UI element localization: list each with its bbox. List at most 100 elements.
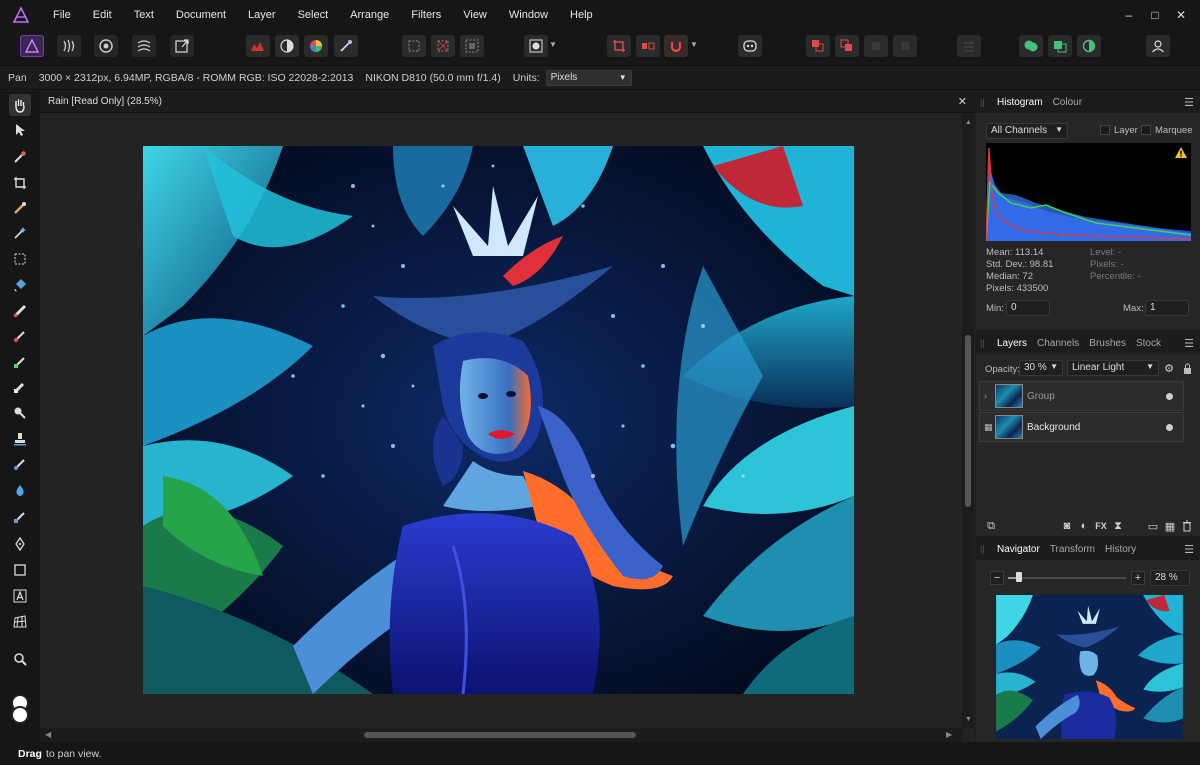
gradient-tool-button[interactable]	[9, 300, 31, 322]
dodge-tool-button[interactable]	[9, 402, 31, 424]
paint-brush-tool-button[interactable]	[9, 325, 31, 347]
zoom-slider-thumb[interactable]	[1016, 572, 1022, 582]
menu-filters[interactable]: Filters	[400, 0, 452, 30]
scroll-left-icon[interactable]: ◀	[45, 730, 51, 739]
menu-edit[interactable]: Edit	[82, 0, 123, 30]
artistic-text-tool-button[interactable]	[9, 585, 31, 607]
background-colour-swatch[interactable]	[11, 706, 29, 724]
erase-tool-button[interactable]	[9, 376, 31, 398]
scroll-up-icon[interactable]: ▲	[965, 119, 972, 126]
quick-mask-dropdown-icon[interactable]: ▼	[549, 40, 557, 49]
tab-history[interactable]: History	[1100, 544, 1141, 555]
export-persona-button[interactable]	[170, 35, 194, 57]
navigator-preview[interactable]	[996, 595, 1183, 739]
deselect-button[interactable]	[431, 35, 455, 57]
document-tab[interactable]: Rain [Read Only] (28.5%) ✕	[40, 91, 975, 113]
tab-transform[interactable]: Transform	[1045, 544, 1100, 555]
auto-contrast-button[interactable]	[275, 35, 299, 57]
close-document-icon[interactable]: ✕	[958, 95, 967, 108]
move-forward-one-button[interactable]	[864, 35, 888, 57]
auto-white-balance-button[interactable]	[334, 35, 358, 57]
menu-layer[interactable]: Layer	[237, 0, 287, 30]
vertical-scrollbar[interactable]: ▲ ▼	[962, 113, 974, 728]
menu-document[interactable]: Document	[165, 0, 237, 30]
maximize-button[interactable]: □	[1142, 8, 1168, 22]
move-tool-button[interactable]	[9, 119, 31, 141]
photo-persona-button[interactable]	[20, 35, 44, 57]
lock-icon[interactable]	[1180, 361, 1194, 375]
add-group-folder-icon[interactable]: ▭	[1146, 519, 1160, 533]
marquee-checkbox[interactable]	[1141, 125, 1151, 135]
move-back-one-button[interactable]	[835, 35, 859, 57]
units-dropdown[interactable]: Pixels ▼	[545, 69, 632, 86]
select-all-button[interactable]	[402, 35, 426, 57]
assistant-button[interactable]	[738, 35, 762, 57]
panel-menu-icon[interactable]: ☰	[1184, 543, 1194, 556]
blur-brush-tool-button[interactable]	[9, 480, 31, 502]
add-shape-button[interactable]	[1019, 35, 1043, 57]
colour-picker-tool-button[interactable]	[9, 146, 31, 168]
sponge-tool-button[interactable]	[9, 506, 31, 528]
panel-grip-icon[interactable]: ||	[980, 338, 988, 348]
rectangle-tool-button[interactable]	[9, 559, 31, 581]
scroll-down-icon[interactable]: ▼	[965, 716, 972, 723]
adjustment-layer-icon[interactable]: ◐	[1077, 519, 1091, 533]
chevron-right-icon[interactable]: ›	[984, 391, 987, 401]
quick-mask-button[interactable]	[524, 35, 548, 57]
horizontal-scrollbar[interactable]: ◀ ▶	[40, 728, 962, 742]
scroll-right-icon[interactable]: ▶	[946, 730, 952, 739]
menu-text[interactable]: Text	[123, 0, 165, 30]
menu-view[interactable]: View	[452, 0, 498, 30]
vertical-scroll-thumb[interactable]	[965, 335, 971, 507]
horizontal-scroll-thumb[interactable]	[364, 732, 636, 738]
zoom-in-button[interactable]: +	[1131, 571, 1145, 585]
pixel-tool-button[interactable]	[9, 351, 31, 373]
warning-icon[interactable]	[1175, 147, 1187, 161]
tone-mapping-persona-button[interactable]	[132, 35, 156, 57]
menu-window[interactable]: Window	[498, 0, 559, 30]
levels-button[interactable]	[246, 35, 270, 57]
panel-grip-icon[interactable]: ||	[980, 544, 988, 554]
fx-icon[interactable]: FX	[1094, 519, 1108, 533]
clone-brush-tool-button[interactable]	[9, 428, 31, 450]
subtract-shape-button[interactable]	[1048, 35, 1072, 57]
tab-histogram[interactable]: Histogram	[992, 97, 1048, 108]
tab-colour[interactable]: Colour	[1048, 97, 1087, 108]
document-photo[interactable]	[143, 146, 854, 694]
account-button[interactable]	[1146, 35, 1170, 57]
flood-select-tool-button[interactable]	[9, 222, 31, 244]
auto-colour-button[interactable]	[304, 35, 328, 57]
visibility-toggle[interactable]	[1166, 424, 1173, 431]
zoom-slider-track[interactable]	[1008, 577, 1126, 579]
healing-brush-tool-button[interactable]	[9, 453, 31, 475]
layer-row-group[interactable]: › Group	[979, 381, 1184, 411]
develop-persona-button[interactable]	[94, 35, 118, 57]
snapping-dropdown-icon[interactable]: ▼	[690, 40, 698, 49]
visibility-toggle[interactable]	[1166, 393, 1173, 400]
align-button[interactable]	[957, 35, 981, 57]
move-to-back-button[interactable]	[806, 35, 830, 57]
tab-brushes[interactable]: Brushes	[1084, 338, 1131, 349]
panel-menu-icon[interactable]: ☰	[1184, 337, 1194, 350]
menu-arrange[interactable]: Arrange	[339, 0, 400, 30]
panel-grip-icon[interactable]: ||	[980, 97, 988, 107]
view-tool-button[interactable]	[9, 94, 31, 116]
liquify-persona-button[interactable]	[57, 35, 81, 57]
blend-mode-dropdown[interactable]: Linear Light ▼	[1067, 360, 1159, 376]
menu-select[interactable]: Select	[287, 0, 340, 30]
close-window-button[interactable]: ✕	[1168, 8, 1194, 22]
layer-blend-options-icon[interactable]: ⧉	[984, 519, 998, 533]
mirror-button[interactable]	[636, 35, 660, 57]
selection-brush-tool-button[interactable]	[9, 197, 31, 219]
layer-checkbox[interactable]	[1100, 125, 1110, 135]
mask-layer-icon[interactable]: ◙	[1060, 519, 1074, 533]
layer-settings-gear-icon[interactable]: ⚙	[1162, 361, 1176, 375]
max-input[interactable]: 1	[1145, 300, 1189, 316]
min-input[interactable]: 0	[1006, 300, 1050, 316]
channel-dropdown[interactable]: All Channels ▼	[986, 123, 1068, 139]
move-to-front-button[interactable]	[893, 35, 917, 57]
intersect-shape-button[interactable]	[1077, 35, 1101, 57]
menu-file[interactable]: File	[42, 0, 82, 30]
snapping-button[interactable]	[664, 35, 688, 57]
zoom-out-button[interactable]: −	[990, 571, 1004, 585]
